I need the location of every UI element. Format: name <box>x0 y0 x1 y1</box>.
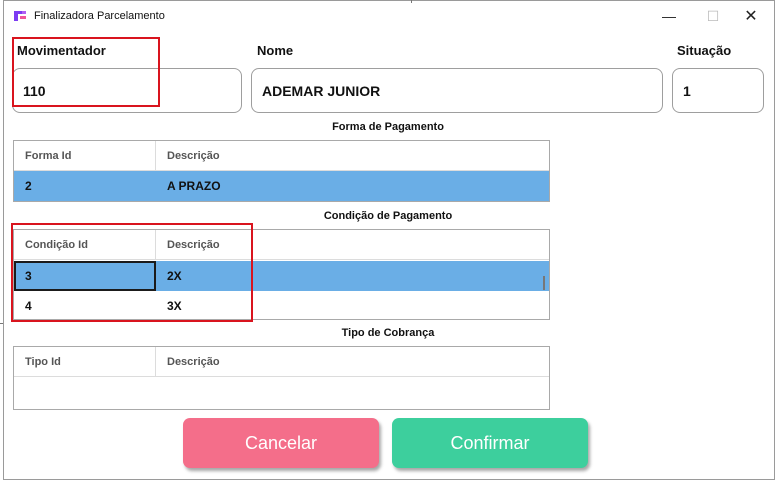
tipo-cobranca-grid[interactable]: Tipo Id Descrição <box>13 346 550 410</box>
movimentador-value: 110 <box>23 82 46 99</box>
maximize-button[interactable]: ☐ <box>696 4 730 28</box>
table-row[interactable]: 4 3X <box>14 291 549 319</box>
forma-id-cell[interactable]: 2 <box>14 171 156 201</box>
tipo-cobranca-title: Tipo de Cobrança <box>341 327 435 339</box>
app-icon <box>14 11 26 21</box>
column-header-descricao[interactable]: Descrição <box>156 230 456 260</box>
column-header-tipo-id[interactable]: Tipo Id <box>14 347 156 377</box>
table-row[interactable]: 2 A PRAZO <box>14 171 549 201</box>
minimize-button[interactable]: — <box>652 4 686 28</box>
nome-label: Nome <box>257 43 294 58</box>
descricao-cell[interactable]: 3X <box>156 291 456 319</box>
situacao-field[interactable]: 1 <box>672 68 764 113</box>
nome-field[interactable]: ADEMAR JUNIOR <box>251 68 663 113</box>
descricao-cell[interactable]: A PRAZO <box>156 171 456 201</box>
column-header-descricao[interactable]: Descrição <box>156 141 456 171</box>
background-edge-mark <box>411 0 412 3</box>
situacao-value: 1 <box>683 82 691 99</box>
movimentador-label: Movimentador <box>17 43 106 58</box>
movimentador-field[interactable]: 110 <box>12 68 242 113</box>
grid-header: Forma Id Descrição <box>14 141 549 171</box>
window-title: Finalizadora Parcelamento <box>34 10 165 22</box>
forma-pagamento-title: Forma de Pagamento <box>332 121 444 133</box>
condicao-pagamento-grid[interactable]: Condição Id Descrição 3 2X 4 3X <box>13 229 550 320</box>
condicao-pagamento-title: Condição de Pagamento <box>323 210 453 222</box>
grid-header: Tipo Id Descrição <box>14 347 549 377</box>
cancel-button[interactable]: Cancelar <box>183 418 379 468</box>
table-row[interactable]: 3 2X <box>14 261 549 291</box>
scrollbar-thumb[interactable] <box>543 276 545 290</box>
column-header-forma-id[interactable]: Forma Id <box>14 141 156 171</box>
descricao-cell[interactable]: 2X <box>156 261 456 291</box>
nome-value: ADEMAR JUNIOR <box>262 82 381 99</box>
column-header-descricao[interactable]: Descrição <box>156 347 456 377</box>
grid-header: Condição Id Descrição <box>14 230 549 260</box>
condicao-id-cell[interactable]: 4 <box>14 291 156 319</box>
title-bar: Finalizadora Parcelamento — ☐ ✕ <box>4 1 774 31</box>
close-button[interactable]: ✕ <box>734 4 768 28</box>
condicao-id-cell[interactable]: 3 <box>14 261 156 291</box>
background-edge-mark <box>0 323 3 324</box>
column-header-condicao-id[interactable]: Condição Id <box>14 230 156 260</box>
confirm-button[interactable]: Confirmar <box>392 418 588 468</box>
situacao-label: Situação <box>677 43 732 58</box>
forma-pagamento-grid[interactable]: Forma Id Descrição 2 A PRAZO <box>13 140 550 202</box>
